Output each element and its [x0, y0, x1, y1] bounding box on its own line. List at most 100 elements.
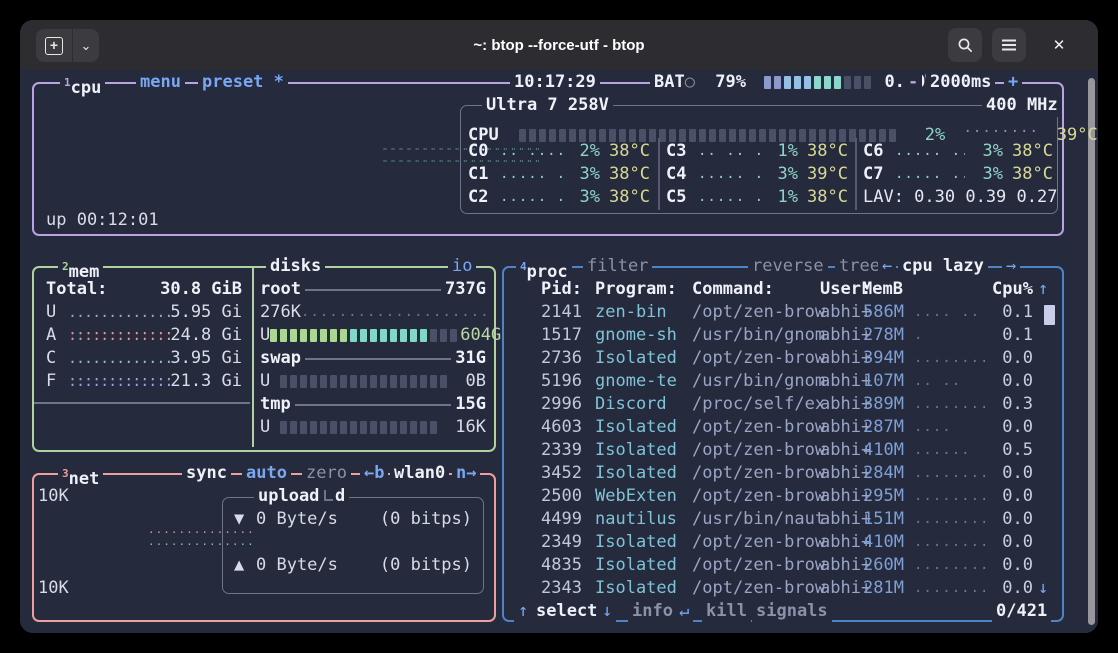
proc-scroll-down-icon[interactable]: ↓ — [1038, 577, 1048, 600]
io-mode-option[interactable]: io — [448, 255, 476, 278]
proc-mem: 287M — [842, 416, 904, 439]
process-row[interactable]: 4835 Isolated /opt/zen-brow abhi+ 260M .… — [502, 554, 1058, 577]
preset-option[interactable]: preset * — [198, 71, 288, 94]
signals-option[interactable]: signals — [752, 600, 832, 623]
net-sync-option[interactable]: sync — [182, 462, 231, 485]
proc-program: Isolated — [595, 577, 677, 600]
mem-divider-line — [34, 402, 250, 404]
tab-list-chevron-button[interactable]: ⌄ — [73, 29, 99, 62]
mem-row-label: A — [46, 324, 68, 347]
select-down-icon[interactable]: ↓ — [598, 600, 616, 623]
disk-root-size: 737G — [445, 278, 486, 301]
interval-decrease-button[interactable]: - — [904, 71, 922, 94]
proc-program: Isolated — [595, 347, 677, 370]
uptime: up 00:12:01 — [46, 209, 159, 232]
disks-title[interactable]: disks — [266, 255, 325, 278]
proc-tree-option[interactable]: tree — [835, 255, 884, 278]
cpu-total-dots: ......... — [963, 117, 1039, 140]
proc-command: /usr/bin/naut — [692, 508, 825, 531]
process-row[interactable]: 1517 gnome-sh /usr/bin/gnom abhi+ 278M .… — [502, 324, 1058, 347]
cpu-box-title: 1cpu — [60, 71, 105, 94]
process-row[interactable]: 3452 Isolated /opt/zen-brow abhi+ 284M .… — [502, 462, 1058, 485]
process-row[interactable]: 2339 Isolated /opt/zen-brow abhi+ 410M .… — [502, 439, 1058, 462]
menu-button[interactable] — [992, 28, 1026, 62]
proc-sort-next-button[interactable]: → — [1002, 255, 1020, 278]
proc-mem: 586M — [842, 301, 904, 324]
proc-program: Discord — [595, 393, 667, 416]
new-tab-button[interactable]: + — [36, 29, 73, 62]
process-row[interactable]: 2736 Isolated /opt/zen-brow abhi+ 394M .… — [502, 347, 1058, 370]
select-up-icon[interactable]: ↑ — [514, 600, 532, 623]
disk-root-meter — [270, 324, 460, 347]
net-zero-option[interactable]: zero — [302, 462, 351, 485]
proc-pid: 2500 — [510, 485, 582, 508]
proc-mem: 260M — [842, 554, 904, 577]
proc-command: /opt/zen-brow — [692, 485, 825, 508]
sort-arrow-icon: ↑ — [1038, 278, 1048, 301]
net-next-iface-button[interactable]: n→ — [452, 462, 480, 485]
net-upload-row: ▲ 0 Byte/s (0 bitps) — [234, 554, 472, 577]
proc-pid: 4835 — [510, 554, 582, 577]
proc-mem: 394M — [842, 347, 904, 370]
core-row: C7..... ....3%38°C — [863, 163, 1053, 186]
process-row[interactable]: 5196 gnome-te /usr/bin/gnom abhi+ 107M .… — [502, 370, 1058, 393]
terminal-window: + ⌄ ~: btop --force-utf - btop ✕ 1cpu me… — [20, 20, 1098, 633]
process-row[interactable]: 4603 Isolated /opt/zen-brow abhi+ 287M .… — [502, 416, 1058, 439]
proc-program: Isolated — [595, 531, 677, 554]
clock: 10:17:29 — [510, 71, 600, 94]
enter-icon[interactable]: ↵ — [675, 600, 693, 623]
update-interval: 2000ms — [926, 71, 995, 94]
corner-mark — [324, 490, 333, 501]
disk-swap-size: 31G — [455, 347, 486, 370]
process-row[interactable]: 2343 Isolated /opt/zen-brow abhi+ 281M .… — [502, 577, 1058, 600]
col-program[interactable]: Program: — [595, 278, 677, 301]
proc-cpu: 0.3 — [975, 393, 1033, 416]
mem-row: F ::::::::::::::: 21.3 Gi — [46, 370, 242, 393]
col-command[interactable]: Command: — [692, 278, 774, 301]
select-option[interactable]: select — [532, 600, 601, 623]
process-row[interactable]: 2500 WebExten /opt/zen-brow abhi+ 295M .… — [502, 485, 1058, 508]
col-memb[interactable]: MemB — [862, 278, 903, 301]
terminal-content: 1cpu menu preset * 10:17:29 BAT○ 79% 0.0… — [20, 70, 1098, 633]
proc-scrollbar-thumb[interactable] — [1044, 305, 1055, 325]
chevron-down-icon: ⌄ — [81, 38, 92, 54]
proc-program: gnome-sh — [595, 324, 677, 347]
net-prev-iface-button[interactable]: ←b — [360, 462, 388, 485]
process-row[interactable]: 2349 Isolated /opt/zen-brow abhi+ 410M .… — [502, 531, 1058, 554]
net-auto-option[interactable]: auto — [242, 462, 291, 485]
col-pid[interactable]: Pid: — [510, 278, 582, 301]
proc-filter-option[interactable]: filter — [583, 255, 652, 278]
kill-option[interactable]: kill — [702, 600, 751, 623]
terminal-scrollbar[interactable] — [1088, 78, 1095, 625]
close-button[interactable]: ✕ — [1042, 28, 1076, 62]
col-cpu[interactable]: Cpu% — [975, 278, 1033, 301]
mem-row-graph: ............... — [68, 301, 170, 324]
mem-row-graph: ::::::::::::::: — [68, 324, 170, 347]
mem-row-value: 24.8 Gi — [170, 324, 242, 347]
proc-command: /usr/bin/gnom — [692, 370, 825, 393]
info-option[interactable]: info — [628, 600, 677, 623]
search-button[interactable] — [948, 28, 982, 62]
download-arrow-icon: ▼ — [234, 508, 256, 531]
cpu-box-number: 1 — [64, 76, 71, 89]
proc-cpu: 0.0 — [975, 485, 1033, 508]
mem-row-graph: ::::::::::::::: — [68, 370, 170, 393]
menu-option[interactable]: menu — [136, 71, 185, 94]
plus-icon: + — [45, 37, 63, 55]
process-row[interactable]: 2996 Discord /proc/self/ex abhi+ 389M ..… — [502, 393, 1058, 416]
net-box-number: 3 — [62, 467, 69, 480]
proc-program: Isolated — [595, 554, 677, 577]
disk-swap-meter — [280, 370, 466, 393]
process-row[interactable]: 2141 zen-bin /opt/zen-brow abhi+ 586M ..… — [502, 301, 1058, 324]
mem-box-title: 2mem — [58, 255, 103, 278]
disk-root-title-row: root737G — [260, 278, 486, 301]
proc-reverse-option[interactable]: reverse — [748, 255, 828, 278]
mem-row-label: U — [46, 301, 68, 324]
core-row: C1..... ....3%38°C — [468, 163, 650, 186]
disk-swap-used: 0B — [466, 370, 486, 393]
interval-increase-button[interactable]: + — [1004, 71, 1022, 94]
process-row[interactable]: 4499 nautilus /usr/bin/naut abhi+ 151M .… — [502, 508, 1058, 531]
proc-sort-prev-button[interactable]: ← — [878, 255, 896, 278]
download-toggle[interactable]: d — [320, 485, 349, 508]
net-download-row: ▼ 0 Byte/s (0 bitps) — [234, 508, 472, 531]
